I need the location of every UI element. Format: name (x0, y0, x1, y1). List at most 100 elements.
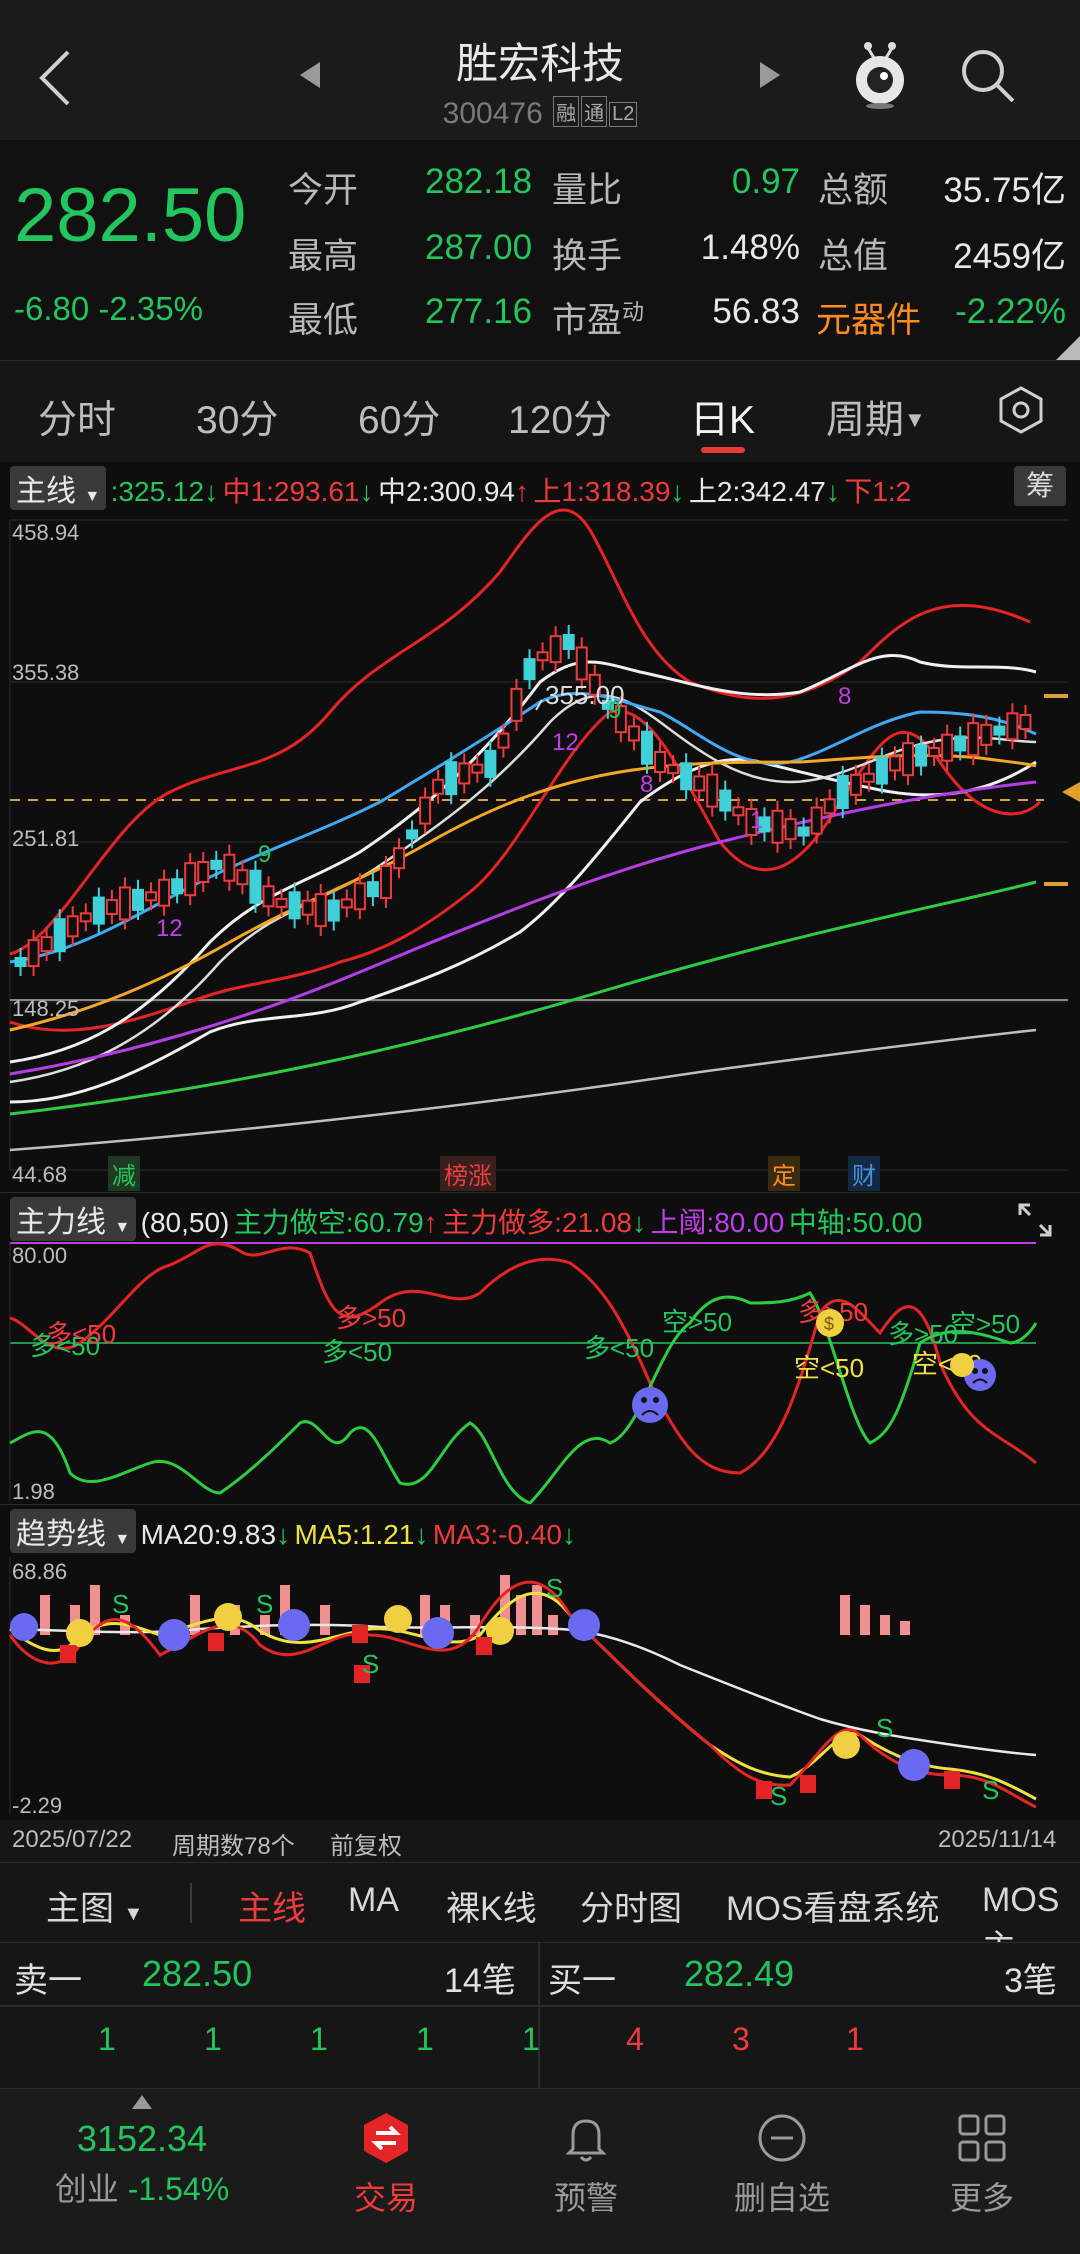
nav-more[interactable]: 更多 (902, 2111, 1062, 2219)
candle-body (236, 869, 249, 886)
candle-body (875, 756, 888, 785)
candle-body (184, 862, 197, 897)
event-tag-placement[interactable]: 定 (768, 1156, 800, 1191)
order-book[interactable]: 卖一 282.50 14笔 买一 282.49 3笔 1 1 1 1 1 4 3… (0, 1942, 1080, 2089)
candle-body (706, 773, 719, 808)
zhuli-y-top: 80.00 (12, 1243, 68, 1268)
nav-trade[interactable]: 交易 (306, 2111, 466, 2219)
event-tag-finance[interactable]: 财 (848, 1156, 880, 1191)
candle-body (210, 859, 223, 870)
candle-number-6: 8 (838, 683, 851, 710)
money-bag-icon: $ (816, 1309, 844, 1337)
change-amount: -6.80 (14, 290, 90, 327)
candle-body (327, 899, 340, 922)
expand-corner-icon[interactable] (1056, 336, 1080, 360)
candle-body (1019, 714, 1032, 730)
nav-more-label: 更多 (949, 2180, 1014, 2216)
index-ticker[interactable]: 3152.34 创业 -1.54% (0, 2095, 284, 2210)
tab-timeshare[interactable]: 分时 (38, 389, 116, 445)
robot-assistant-icon[interactable] (848, 38, 912, 110)
nav-remove-watchlist[interactable]: 删自选 (702, 2111, 862, 2219)
candle-body (732, 806, 745, 817)
settings-hexagon-icon[interactable] (996, 385, 1046, 435)
gray-ma (9, 1028, 1037, 1152)
svg-text:$: $ (824, 1314, 834, 1334)
pe-label-text: 市盈 (552, 301, 623, 340)
candle-body (719, 789, 732, 812)
candle-number-5: 9 (608, 697, 621, 724)
tab-60min[interactable]: 60分 (358, 389, 440, 445)
date-start: 2025/07/22 (12, 1826, 133, 1853)
tab-30min[interactable]: 30分 (196, 389, 278, 445)
candle-body (471, 763, 484, 774)
event-tag-ranking[interactable]: 榜涨 (440, 1156, 496, 1191)
tab-120min[interactable]: 120分 (508, 389, 612, 445)
subtab-mos-system[interactable]: MOS看盘系统 (726, 1881, 939, 1930)
candle-body (445, 761, 458, 796)
annot-10: 空>50 (950, 1309, 1020, 1339)
high-value: 287.00 (425, 228, 533, 267)
sad-face-icon (568, 1609, 600, 1641)
next-stock-icon[interactable] (758, 60, 782, 90)
candle-body (954, 735, 967, 752)
annot-8: 空<50 (794, 1353, 864, 1383)
sell-queue-4: 1 (416, 2021, 434, 2057)
market-cap-label: 总值 (818, 237, 889, 276)
candle-body (1006, 712, 1019, 741)
candle-number-1: 12 (156, 915, 183, 942)
subtab-ma[interactable]: MA (348, 1881, 399, 1920)
sector-label[interactable]: 元器件 (816, 292, 921, 343)
stock-code: 300476 (442, 97, 543, 130)
main-chart-dropdown[interactable]: 主图 ▼ (46, 1881, 143, 1930)
connect-tag: 通 (581, 96, 608, 127)
tab-period-dropdown[interactable]: 周期▼ (826, 389, 926, 445)
amount-value: 35.75亿 (943, 171, 1066, 210)
candle-body (301, 899, 314, 916)
main-force-panel[interactable]: 主力线 ▼ (80,50) 主力做空:60.79↑ 主力做多:21.08↓ 上阈… (0, 1192, 1080, 1505)
adjust-mode[interactable]: 前复权 (330, 1826, 402, 1861)
bell-icon (565, 2119, 607, 2162)
candle-body (419, 796, 432, 825)
trend-y-bottom: -2.29 (12, 1793, 63, 1818)
trend-bar (548, 1615, 558, 1635)
candle-number-3: 12 (552, 729, 579, 756)
buy1-price: 282.49 (684, 1953, 795, 1994)
y-label-top: 458.94 (12, 520, 80, 545)
price-marker-icon (1062, 782, 1080, 802)
grid (9, 519, 1068, 1171)
main-chart-label: 主图 (46, 1890, 114, 1928)
svg-text:S: S (112, 1589, 129, 1619)
candle-body (667, 764, 680, 775)
candle-body (353, 882, 366, 911)
candle-body (862, 772, 875, 783)
index-name: 创业 (54, 2171, 119, 2207)
nav-alert[interactable]: 预警 (506, 2111, 666, 2219)
orderbook-row-divider (0, 2005, 1080, 2007)
volume-ratio-label: 量比 (552, 171, 623, 210)
sell-queue-3: 1 (310, 2021, 328, 2057)
annot-5: 多<50 (584, 1333, 654, 1363)
candle-body (497, 732, 510, 749)
annot-3: 多>50 (336, 1303, 406, 1333)
trend-panel[interactable]: 趋势线 ▼ MA20:9.83↓ MA5:1.21↓ MA3:-0.40↓ S … (0, 1504, 1080, 1820)
subtab-timeshare[interactable]: 分时图 (580, 1881, 682, 1930)
candle-body (14, 957, 27, 967)
event-tag-reduce[interactable]: 减 (108, 1156, 140, 1191)
candle-number-2: 9 (258, 841, 271, 868)
period-count: 周期数78个 (172, 1833, 295, 1860)
caret-up-icon (132, 2095, 152, 2109)
subtab-main-line[interactable]: 主线 (238, 1881, 306, 1930)
trend-bar (900, 1621, 910, 1635)
candle-body (823, 798, 836, 815)
candle-body (640, 730, 653, 765)
candle-body (980, 723, 993, 746)
trend-bar (320, 1605, 330, 1635)
candle-body (118, 886, 131, 921)
main-kline-panel[interactable]: 主线 ▼ :325.12↓ 中1:293.61↓ 中2:300.94↑ 上1:3… (0, 462, 1080, 1192)
buy-queue-2: 3 (732, 2021, 750, 2057)
search-icon[interactable] (958, 46, 1018, 106)
candle-body (223, 853, 236, 882)
sad-face-icon (10, 1613, 38, 1641)
tab-daily-k[interactable]: 日K (690, 389, 755, 445)
subtab-bare-k[interactable]: 裸K线 (446, 1881, 537, 1930)
